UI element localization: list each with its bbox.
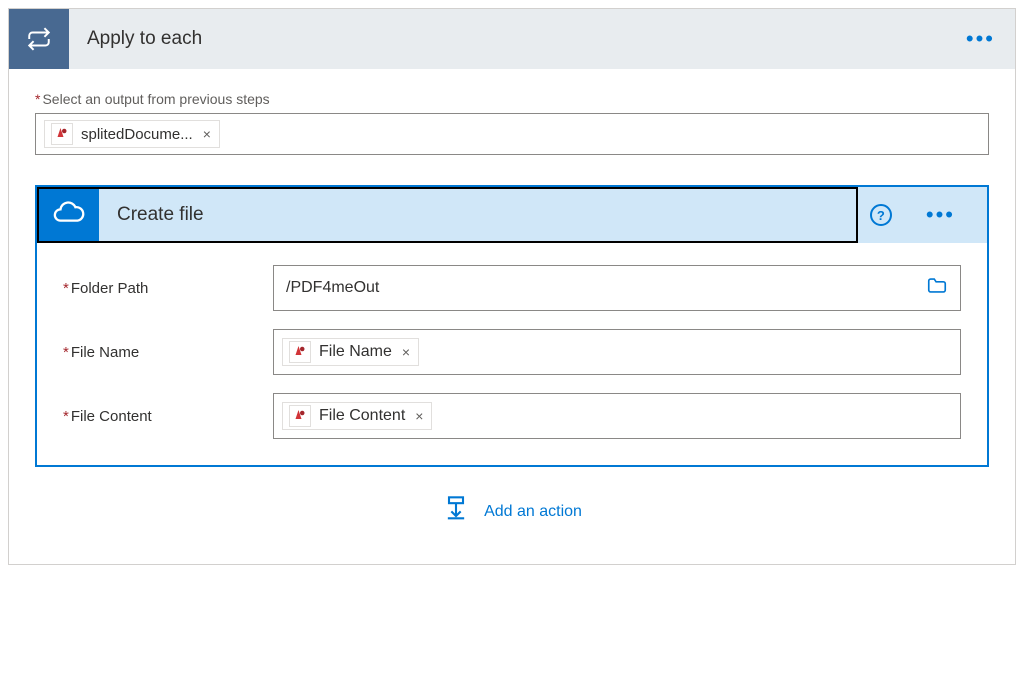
field-row-file-name: *File Name File Name bbox=[63, 329, 961, 375]
onedrive-icon bbox=[39, 189, 99, 241]
api-key-icon bbox=[289, 405, 311, 427]
folder-path-value: /PDF4meOut bbox=[286, 279, 379, 297]
remove-token-icon[interactable]: × bbox=[201, 126, 213, 142]
folder-picker-icon[interactable] bbox=[926, 275, 948, 302]
create-file-title: Create file bbox=[99, 204, 204, 226]
file-name-label: *File Name bbox=[63, 344, 273, 361]
create-file-card: Create file ? ••• *Folder Path /PDF4meOu… bbox=[35, 185, 989, 467]
select-output-input[interactable]: splitedDocume... × bbox=[35, 113, 989, 155]
apply-to-each-body: *Select an output from previous steps sp… bbox=[9, 69, 1015, 564]
more-menu-outer[interactable]: ••• bbox=[946, 26, 1015, 52]
token-splited-documents[interactable]: splitedDocume... × bbox=[44, 120, 220, 148]
token-text: File Content bbox=[319, 407, 405, 425]
token-file-name[interactable]: File Name × bbox=[282, 338, 419, 366]
add-action-button[interactable]: Add an action bbox=[442, 495, 582, 528]
required-asterisk: * bbox=[35, 91, 40, 107]
apply-to-each-title: Apply to each bbox=[69, 28, 946, 50]
token-text: splitedDocume... bbox=[81, 126, 193, 143]
token-file-content[interactable]: File Content × bbox=[282, 402, 432, 430]
api-key-icon bbox=[289, 341, 311, 363]
remove-token-icon[interactable]: × bbox=[400, 344, 412, 360]
field-row-folder-path: *Folder Path /PDF4meOut bbox=[63, 265, 961, 311]
folder-path-input[interactable]: /PDF4meOut bbox=[273, 265, 961, 311]
add-action-label: Add an action bbox=[484, 503, 582, 521]
create-file-header-main[interactable]: Create file bbox=[37, 187, 858, 243]
apply-to-each-card: Apply to each ••• *Select an output from… bbox=[8, 8, 1016, 565]
add-action-area: Add an action bbox=[35, 467, 989, 554]
apply-to-each-header[interactable]: Apply to each ••• bbox=[9, 9, 1015, 69]
insert-step-icon bbox=[442, 495, 470, 528]
loop-icon bbox=[9, 9, 69, 69]
more-menu-inner[interactable]: ••• bbox=[906, 202, 975, 228]
file-content-input[interactable]: File Content × bbox=[273, 393, 961, 439]
create-file-fields: *Folder Path /PDF4meOut bbox=[37, 243, 987, 465]
folder-path-label: *Folder Path bbox=[63, 280, 273, 297]
select-output-label: *Select an output from previous steps bbox=[35, 91, 989, 107]
api-key-icon bbox=[51, 123, 73, 145]
file-content-label: *File Content bbox=[63, 408, 273, 425]
create-file-header[interactable]: Create file ? ••• bbox=[37, 187, 987, 243]
help-icon[interactable]: ? bbox=[870, 204, 892, 226]
create-file-header-actions: ? ••• bbox=[858, 187, 987, 243]
remove-token-icon[interactable]: × bbox=[413, 408, 425, 424]
field-row-file-content: *File Content File C bbox=[63, 393, 961, 439]
file-name-input[interactable]: File Name × bbox=[273, 329, 961, 375]
token-text: File Name bbox=[319, 343, 392, 361]
